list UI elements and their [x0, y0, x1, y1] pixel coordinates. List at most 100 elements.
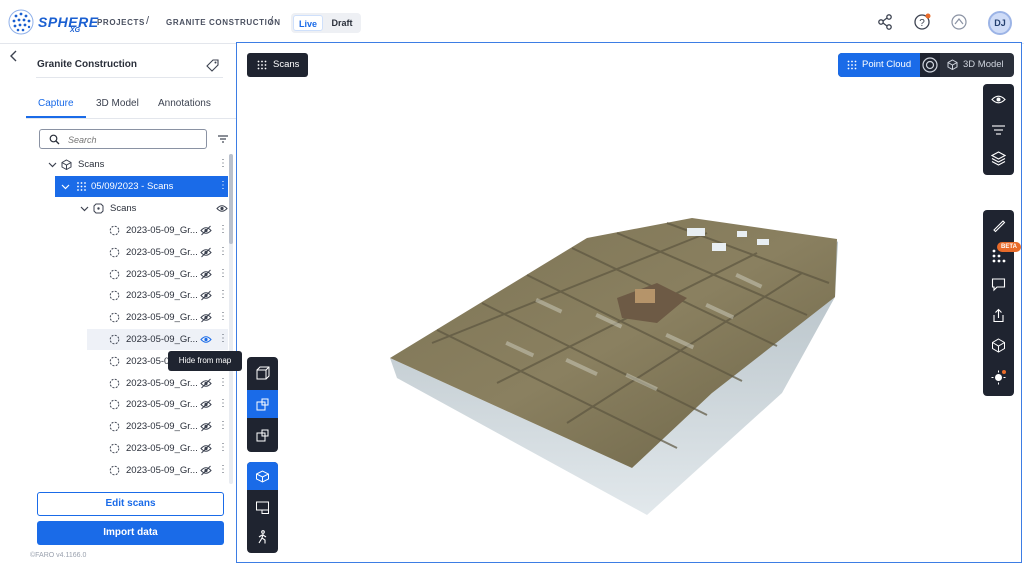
scan-list-item[interactable]: 2023-05-09_Gr... ⋮	[26, 285, 228, 306]
more-options-icon[interactable]: ⋮	[218, 289, 228, 301]
tabs-divider	[26, 118, 236, 119]
scan-point-icon	[109, 269, 120, 279]
eye-off-icon[interactable]	[200, 378, 212, 389]
eye-off-icon[interactable]	[200, 421, 212, 432]
tree-root[interactable]: Scans ⋮	[26, 154, 228, 175]
comment-icon[interactable]	[991, 277, 1006, 292]
eye-off-icon[interactable]	[200, 269, 212, 280]
chevron-down-icon[interactable]	[80, 204, 89, 213]
collapse-sidebar-icon[interactable]	[6, 48, 22, 64]
view-box-button[interactable]	[247, 359, 278, 387]
more-options-icon[interactable]: ⋮	[218, 224, 228, 236]
3d-view-button[interactable]	[247, 462, 278, 490]
point-cloud-label: Point Cloud	[862, 59, 912, 70]
export-icon[interactable]	[991, 308, 1006, 323]
camera-alt-view-button[interactable]	[247, 421, 278, 449]
eye-off-icon[interactable]	[200, 399, 212, 410]
scan-point-icon	[109, 225, 120, 236]
overlay-icon[interactable]	[920, 53, 940, 77]
eye-off-icon[interactable]	[200, 225, 212, 236]
divider	[36, 77, 223, 78]
more-options-icon[interactable]: ⋮	[218, 442, 228, 454]
more-options-icon[interactable]: ⋮	[218, 377, 228, 389]
floor-plan-button[interactable]	[247, 493, 278, 521]
scan-list-item[interactable]: 2023-05-09_Gr... ⋮	[26, 438, 228, 459]
3d-model-option[interactable]: 3D Model	[944, 53, 1014, 77]
draft-option[interactable]: Draft	[327, 15, 357, 31]
chevron-down-icon[interactable]	[48, 160, 57, 169]
notifications-icon[interactable]	[949, 12, 969, 32]
sphere-logo[interactable]: SPHERE XG	[8, 7, 98, 37]
help-icon[interactable]: ?	[912, 12, 932, 32]
tag-icon[interactable]	[206, 58, 220, 72]
3d-viewport[interactable]	[236, 42, 1022, 563]
scan-list-item[interactable]: 2023-05-09_Gr... ⋮	[26, 242, 228, 263]
more-options-icon[interactable]: ⋮	[218, 333, 228, 345]
scan-list-item[interactable]: 2023-05-09_Gr... ⋮	[87, 329, 228, 350]
filter-icon[interactable]	[991, 122, 1006, 137]
share-icon[interactable]	[875, 12, 895, 32]
point-cloud-option[interactable]: Point Cloud	[838, 53, 920, 77]
project-title: Granite Construction	[37, 59, 138, 70]
more-options-icon[interactable]: ⋮	[218, 420, 228, 432]
brand-name: SPHERE	[38, 14, 99, 30]
breadcrumb-projects[interactable]: PROJECTS	[97, 18, 145, 27]
scans-panel-button[interactable]: Scans	[247, 53, 308, 77]
tab-annotations[interactable]: Annotations	[158, 98, 211, 109]
walk-mode-button[interactable]	[247, 523, 278, 551]
more-options-icon[interactable]: ⋮	[218, 398, 228, 410]
cube-icon[interactable]	[991, 338, 1006, 353]
scan-list-item-label: 2023-05-09_Gr...	[126, 246, 198, 258]
grid-icon	[847, 60, 857, 70]
scrollbar-thumb[interactable]	[229, 154, 233, 244]
tab-3d-model[interactable]: 3D Model	[96, 98, 139, 109]
view-cube-icon	[256, 429, 269, 442]
eye-off-icon[interactable]	[200, 465, 212, 476]
cube-icon	[947, 59, 958, 70]
breadcrumb-project[interactable]: GRANITE CONSTRUCTION	[166, 18, 281, 27]
point-cloud-render[interactable]	[237, 43, 1022, 563]
tree-sub[interactable]: Scans	[26, 198, 228, 219]
live-option[interactable]: Live	[293, 15, 323, 31]
scan-list-item-label: 2023-05-0	[126, 355, 170, 367]
chevron-down-icon[interactable]	[61, 182, 70, 191]
search-input[interactable]	[68, 133, 198, 146]
eye-off-icon[interactable]	[200, 443, 212, 454]
scan-list-item-label: 2023-05-09_Gr...	[126, 290, 198, 302]
scan-list-item[interactable]: 2023-05-09_Gr... ⋮	[26, 394, 228, 415]
more-options-icon[interactable]: ⋮	[218, 464, 228, 476]
light-icon[interactable]	[991, 370, 1006, 385]
scan-list-item[interactable]: 2023-05-09_Gr... ⋮	[26, 373, 228, 394]
scan-list-item[interactable]: 2023-05-09_Gr... ⋮	[26, 416, 228, 437]
eye-off-icon[interactable]	[200, 312, 212, 323]
scan-list-item[interactable]: 2023-05-09_Gr... ⋮	[26, 220, 228, 241]
scan-point-icon	[109, 421, 120, 432]
import-data-button[interactable]: Import data	[37, 521, 224, 545]
eye-icon[interactable]	[216, 203, 228, 214]
scan-point-icon	[109, 400, 120, 410]
eye-icon[interactable]	[200, 334, 212, 345]
eye-off-icon[interactable]	[200, 247, 212, 258]
camera-view-button[interactable]	[247, 390, 278, 418]
hide-from-map-tooltip: Hide from map	[168, 351, 242, 371]
more-options-icon[interactable]: ⋮	[218, 268, 228, 280]
tree-group-selected[interactable]: 05/09/2023 - Scans ⋮	[55, 176, 228, 197]
layers-icon[interactable]	[991, 151, 1006, 166]
more-options-icon[interactable]: ⋮	[218, 158, 228, 170]
scan-list-item[interactable]: 2023-05-09_Gr... ⋮	[26, 460, 228, 481]
measure-icon[interactable]	[991, 218, 1006, 233]
more-options-icon[interactable]: ⋮	[218, 246, 228, 258]
more-options-icon[interactable]: ⋮	[218, 311, 228, 323]
edit-scans-button[interactable]: Edit scans	[37, 492, 224, 516]
avatar[interactable]: DJ	[988, 11, 1012, 35]
tab-capture[interactable]: Capture	[38, 98, 74, 109]
filter-icon[interactable]	[217, 133, 229, 145]
box-icon	[256, 366, 270, 380]
tree-sub-label: Scans	[110, 203, 137, 214]
eye-off-icon[interactable]	[200, 290, 212, 301]
more-options-icon[interactable]: ⋮	[218, 180, 228, 192]
scan-list-item[interactable]: 2023-05-09_Gr... ⋮	[26, 307, 228, 328]
scan-list-item[interactable]: 2023-05-09_Gr... ⋮	[26, 264, 228, 285]
scans-panel-label: Scans	[273, 59, 300, 70]
visibility-icon[interactable]	[991, 92, 1006, 107]
